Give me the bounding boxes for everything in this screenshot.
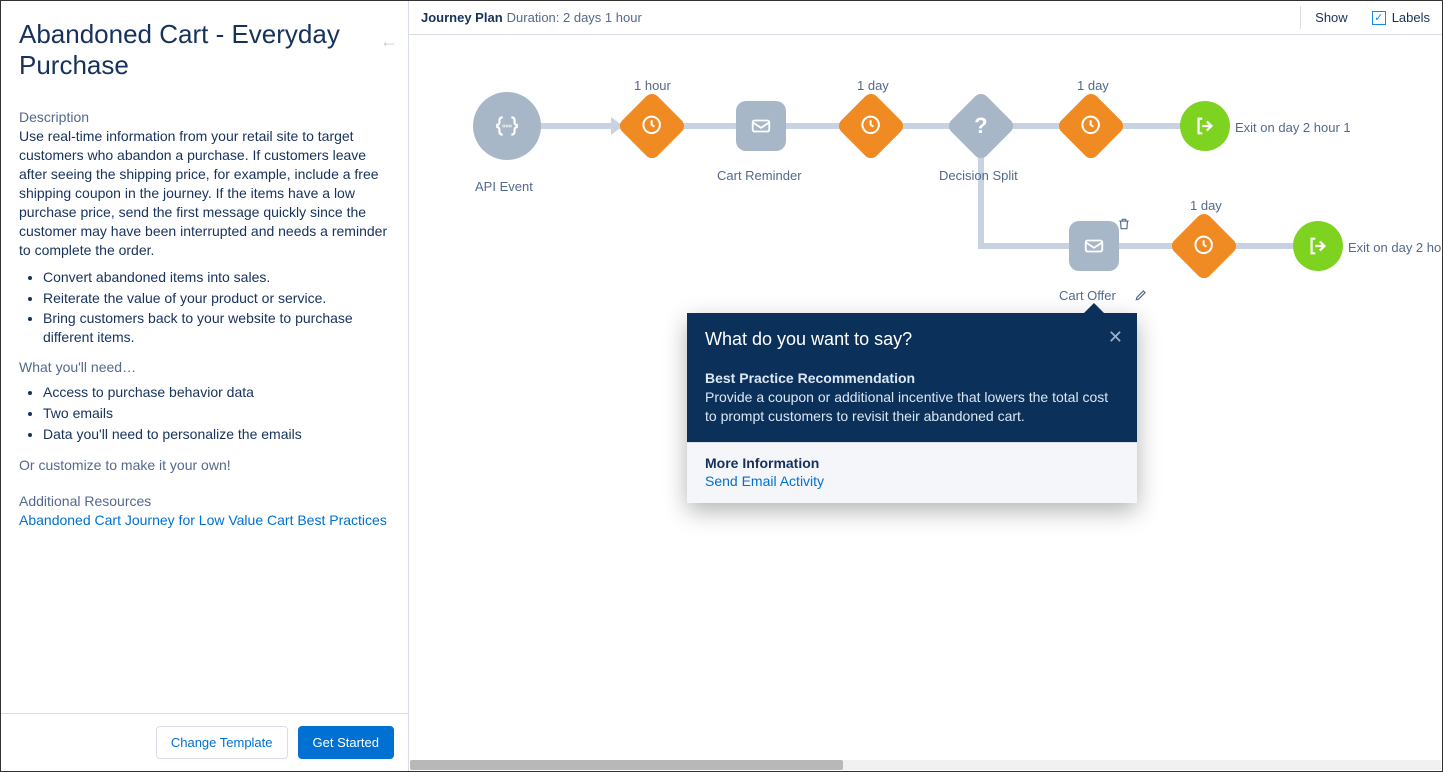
popover-title: What do you want to say? xyxy=(705,329,1119,350)
exit-node-1-label: Exit on day 2 hour 1 xyxy=(1235,120,1351,135)
exit-node-1[interactable] xyxy=(1180,101,1230,151)
best-practice-text: Provide a coupon or additional incentive… xyxy=(705,388,1119,426)
wait-node-3[interactable] xyxy=(1056,91,1127,162)
wait-node-4[interactable] xyxy=(1169,211,1240,282)
email-node-1-label: Cart Reminder xyxy=(717,168,802,183)
need-label: What you'll need… xyxy=(19,359,390,375)
wait-node-1[interactable] xyxy=(617,91,688,162)
popover: What do you want to say? ✕ Best Practice… xyxy=(687,313,1137,503)
close-icon[interactable]: ✕ xyxy=(1108,327,1123,348)
email-node-2[interactable] xyxy=(1069,221,1119,271)
wait-node-2-label: 1 day xyxy=(857,78,889,93)
canvas-header: Journey Plan Duration: 2 days 1 hour Sho… xyxy=(409,1,1442,35)
duration-text: Duration: 2 days 1 hour xyxy=(507,10,642,25)
show-button[interactable]: Show xyxy=(1300,6,1362,29)
horizontal-scrollbar[interactable] xyxy=(410,760,1441,770)
customize-text: Or customize to make it your own! xyxy=(19,456,390,475)
popover-arrow xyxy=(1082,303,1106,315)
checkbox-icon: ✓ xyxy=(1372,11,1386,25)
labels-toggle[interactable]: ✓ Labels xyxy=(1372,10,1430,25)
list-item: Reiterate the value of your product or s… xyxy=(43,289,390,308)
page-title: Abandoned Cart - Everyday Purchase xyxy=(19,19,390,81)
wait-node-1-label: 1 hour xyxy=(634,78,671,93)
envelope-icon xyxy=(1083,235,1105,257)
more-information-label: More Information xyxy=(705,455,1119,471)
wait-node-2[interactable] xyxy=(836,91,907,162)
resources-link[interactable]: Abandoned Cart Journey for Low Value Car… xyxy=(19,512,387,528)
wait-node-4-label: 1 day xyxy=(1190,198,1222,213)
entry-node[interactable] xyxy=(473,92,541,160)
exit-node-2[interactable] xyxy=(1293,221,1343,271)
question-icon: ? xyxy=(974,113,987,139)
list-item: Data you'll need to personalize the emai… xyxy=(43,425,390,444)
clock-icon xyxy=(860,114,882,136)
list-item: Access to purchase behavior data xyxy=(43,383,390,402)
journey-plan-label: Journey Plan xyxy=(421,10,503,25)
edit-icon[interactable] xyxy=(1134,288,1148,302)
clock-icon xyxy=(1193,234,1215,256)
description-bullets: Convert abandoned items into sales. Reit… xyxy=(19,268,390,348)
decision-node-label: Decision Split xyxy=(939,168,1018,183)
description-text: Use real-time information from your reta… xyxy=(19,127,390,259)
sidebar: ← Abandoned Cart - Everyday Purchase Des… xyxy=(1,1,409,771)
back-arrow-icon[interactable]: ← xyxy=(380,31,398,52)
get-started-button[interactable]: Get Started xyxy=(298,726,394,759)
scrollbar-thumb[interactable] xyxy=(410,760,843,770)
email-node-2-label: Cart Offer xyxy=(1059,288,1116,303)
sidebar-footer: Change Template Get Started xyxy=(1,713,408,771)
exit-icon xyxy=(1194,115,1216,137)
clock-icon xyxy=(1080,114,1102,136)
email-node-1[interactable] xyxy=(736,101,786,151)
canvas: Journey Plan Duration: 2 days 1 hour Sho… xyxy=(409,1,1442,771)
list-item: Bring customers back to your website to … xyxy=(43,309,390,347)
send-email-activity-link[interactable]: Send Email Activity xyxy=(705,473,1119,489)
entry-node-label: API Event xyxy=(475,179,533,194)
labels-label: Labels xyxy=(1392,10,1430,25)
envelope-icon xyxy=(750,115,772,137)
decision-node[interactable]: ? xyxy=(946,91,1017,162)
clock-icon xyxy=(641,114,663,136)
list-item: Two emails xyxy=(43,404,390,423)
braces-icon xyxy=(494,113,520,139)
resources-label: Additional Resources xyxy=(19,493,390,509)
list-item: Convert abandoned items into sales. xyxy=(43,268,390,287)
exit-node-2-label: Exit on day 2 hour 1 xyxy=(1348,240,1442,255)
delete-icon[interactable] xyxy=(1117,217,1131,231)
connector xyxy=(978,243,1318,249)
wait-node-3-label: 1 day xyxy=(1077,78,1109,93)
need-bullets: Access to purchase behavior data Two ema… xyxy=(19,383,390,444)
change-template-button[interactable]: Change Template xyxy=(156,726,288,759)
exit-icon xyxy=(1307,235,1329,257)
description-label: Description xyxy=(19,109,390,125)
best-practice-label: Best Practice Recommendation xyxy=(705,370,1119,386)
